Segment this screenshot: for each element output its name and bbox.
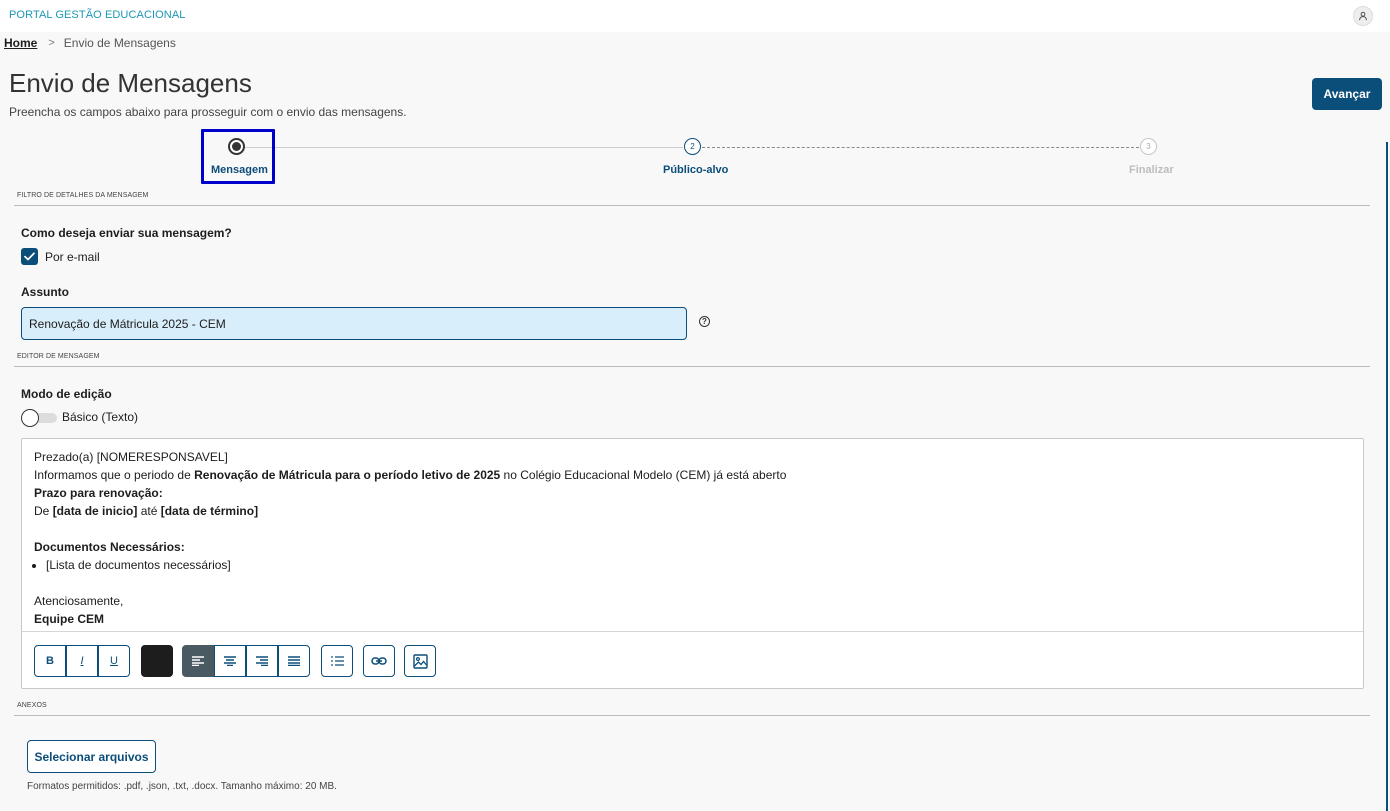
underline-icon: U [110,655,118,667]
message-closing: Atenciosamente, [34,594,124,608]
stepper-connector-pending [702,147,1139,148]
next-button[interactable]: Avançar [1312,78,1382,110]
message-deadline: De [data de inicio] até [data de término… [34,502,1351,520]
message-editor: Prezado(a) [NOMERESPONSAVEL] Informamos … [21,438,1364,689]
text-color-picker[interactable] [141,645,173,677]
align-right-button[interactable] [246,645,278,677]
check-icon [24,252,35,261]
message-docs-list: [Lista de documentos necessários] [34,556,1351,574]
portal-brand[interactable]: PORTAL GESTÃO EDUCACIONAL [9,9,186,21]
message-signature: Equipe CEM [34,610,1351,628]
align-left-button[interactable] [182,645,214,677]
insert-image-button[interactable] [404,645,436,677]
step-1-focus-ring [201,129,275,184]
align-right-icon [256,656,268,666]
message-intro-text: Informamos que o periodo de [34,468,195,482]
edit-mode-option-label[interactable]: Básico (Texto) [62,410,138,424]
top-bar: PORTAL GESTÃO EDUCACIONAL [0,0,1390,32]
help-icon[interactable]: ? [699,316,710,327]
page-title: Envio de Mensagens [9,68,252,98]
image-icon [412,653,428,669]
insert-link-button[interactable] [363,645,395,677]
select-files-button[interactable]: Selecionar arquivos [27,740,156,773]
chevron-right-icon: > [48,37,55,49]
link-icon [371,657,387,665]
section-filter-title: FILTRO DE DETALHES DA MENSAGEM [17,192,149,199]
message-intro-tail: no Colégio Educacional Modelo (CEM) já e… [500,468,787,482]
message-docs-title: Documentos Necessários: [34,538,1351,556]
align-justify-button[interactable] [278,645,310,677]
step-3-label: Finalizar [1129,164,1174,176]
step-2-indicator[interactable]: 2 [684,138,701,155]
user-menu-button[interactable] [1353,6,1373,26]
message-deadline-title: Prazo para renovação: [34,484,1351,502]
bullet-list-icon [330,656,344,666]
bold-button[interactable]: B [34,645,66,677]
stepper-connector-completed [245,147,683,148]
user-icon [1359,11,1367,21]
list-item: [Lista de documentos necessários] [46,556,1351,574]
edit-mode-label: Modo de edição [21,387,112,401]
deadline-title-text: Prazo para renovação: [34,486,163,500]
breadcrumb: Home > Envio de Mensagens [4,36,176,50]
align-left-icon [192,656,204,666]
align-center-button[interactable] [214,645,246,677]
breadcrumb-home-link[interactable]: Home [4,36,37,50]
bullet-list-button[interactable] [321,645,353,677]
message-intro-bold: Renovação de Mátricula para o período le… [194,468,501,482]
step-2-label[interactable]: Público-alvo [663,164,728,176]
align-justify-icon [288,656,300,666]
message-editor-content[interactable]: Prezado(a) [NOMERESPONSAVEL] Informamos … [22,439,1363,632]
scrollbar-indicator [1386,142,1388,811]
section-attachments-title: ANEXOS [17,702,47,709]
underline-button[interactable]: U [98,645,130,677]
message-greeting: Prezado(a) [NOMERESPONSAVEL] [34,450,228,464]
subject-label: Assunto [21,285,69,299]
attachments-hint: Formatos permitidos: .pdf, .json, .txt, … [27,781,337,792]
edit-mode-toggle[interactable] [21,409,57,427]
subject-input[interactable] [21,307,687,340]
step-3-indicator: 3 [1140,138,1157,155]
italic-button[interactable]: I [66,645,98,677]
italic-icon: I [80,655,84,667]
page-subtitle: Preencha os campos abaixo para prossegui… [9,105,407,119]
align-center-icon [224,656,236,666]
send-method-label: Como deseja enviar sua mensagem? [21,226,232,240]
section-divider [14,715,1370,716]
email-checkbox[interactable] [21,248,38,265]
section-divider [14,366,1370,367]
deadline-end: [data de término] [160,504,259,518]
deadline-until: até [137,504,161,518]
deadline-from: De [34,504,53,518]
section-editor-title: EDITOR DE MENSAGEM [17,353,100,360]
message-intro: Informamos que o periodo de Renovação de… [34,466,1351,484]
docs-title-text: Documentos Necessários: [34,540,185,554]
breadcrumb-current: Envio de Mensagens [63,36,176,50]
deadline-start: [data de inicio] [52,504,138,518]
section-divider [14,205,1370,206]
signature-text: Equipe CEM [34,612,105,626]
bold-icon: B [46,655,54,667]
toggle-knob [21,409,39,427]
email-checkbox-label[interactable]: Por e-mail [45,250,100,264]
